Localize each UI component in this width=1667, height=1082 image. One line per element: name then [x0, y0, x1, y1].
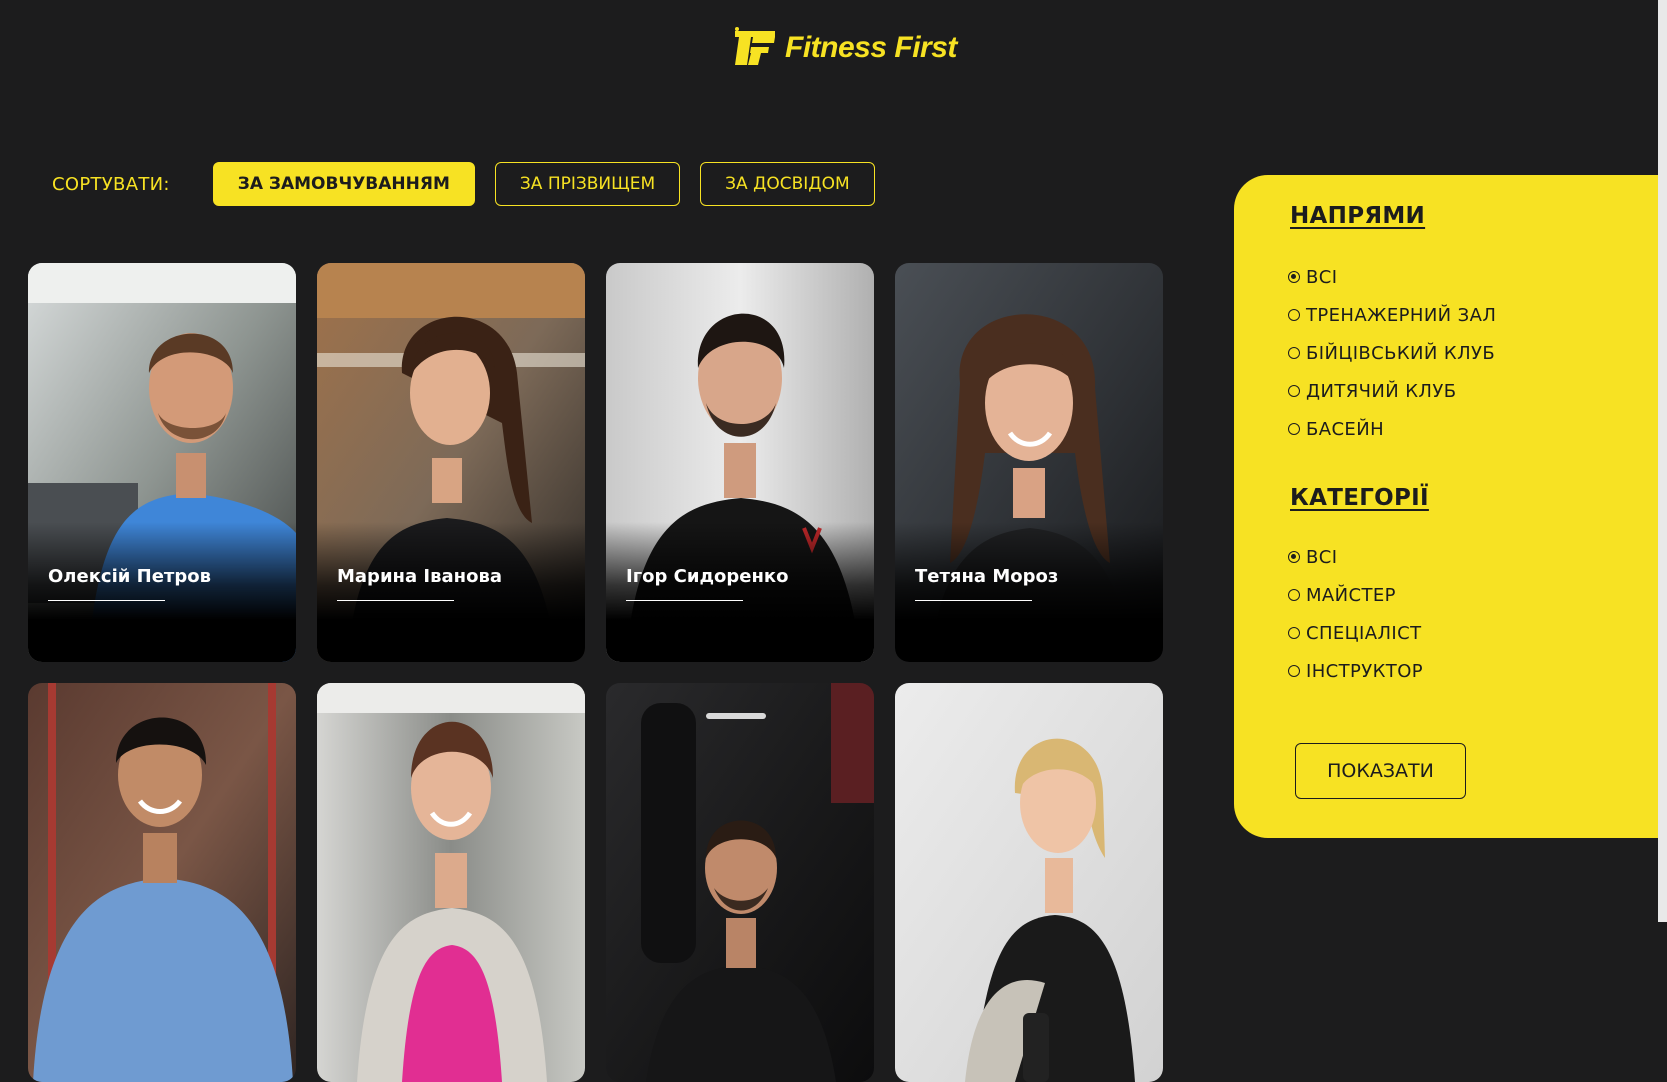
trainer-photo [28, 683, 296, 1082]
card-shade [28, 522, 296, 662]
trainer-card[interactable] [895, 683, 1163, 1082]
trainer-photo [606, 683, 874, 1082]
logo-mark-icon [735, 27, 775, 65]
category-option-instructor[interactable]: ІНСТРУКТОР [1288, 652, 1423, 690]
sort-surname-button[interactable]: ЗА ПРІЗВИЩЕМ [494, 162, 681, 206]
radio-icon[interactable] [1288, 423, 1300, 435]
trainer-photo [895, 683, 1163, 1082]
trainer-card[interactable] [606, 683, 874, 1082]
trainer-card[interactable] [317, 683, 585, 1082]
trainer-grid: Олексій Петров Марина Іванова Ігор Сидор… [28, 263, 1165, 1082]
filter-panel: НАПРЯМИ ВСІ ТРЕНАЖЕРНИЙ ЗАЛ БІЙЦІВСЬКИЙ … [1234, 175, 1658, 838]
direction-option-gym[interactable]: ТРЕНАЖЕРНИЙ ЗАЛ [1288, 296, 1496, 334]
trainer-card[interactable]: Марина Іванова [317, 263, 585, 662]
card-shade [895, 522, 1163, 662]
radio-icon[interactable] [1288, 589, 1300, 601]
trainer-card[interactable]: Тетяна Мороз [895, 263, 1163, 662]
show-button[interactable]: ПОКАЗАТИ [1295, 743, 1466, 799]
card-shade [606, 522, 874, 662]
radio-label: СПЕЦІАЛІСТ [1306, 622, 1422, 644]
categories-radio-group: ВСІ МАЙСТЕР СПЕЦІАЛІСТ ІНСТРУКТОР [1288, 538, 1423, 690]
radio-label: ДИТЯЧИЙ КЛУБ [1306, 380, 1457, 402]
radio-icon[interactable] [1288, 347, 1300, 359]
brand-name: Fitness First [785, 31, 957, 64]
sort-experience-button[interactable]: ЗА ДОСВІДОМ [700, 162, 875, 206]
radio-icon[interactable] [1288, 665, 1300, 677]
radio-label: МАЙСТЕР [1306, 584, 1396, 606]
direction-option-kids-club[interactable]: ДИТЯЧИЙ КЛУБ [1288, 372, 1496, 410]
radio-label: ІНСТРУКТОР [1306, 660, 1424, 682]
direction-option-all[interactable]: ВСІ [1288, 258, 1496, 296]
radio-icon[interactable] [1288, 385, 1300, 397]
name-underline [626, 600, 743, 601]
trainer-name: Олексій Петров [48, 566, 211, 587]
trainer-card[interactable]: Олексій Петров [28, 263, 296, 662]
radio-checked-icon[interactable] [1288, 551, 1300, 563]
name-underline [337, 600, 454, 601]
category-option-all[interactable]: ВСІ [1288, 538, 1423, 576]
name-underline [48, 600, 165, 601]
direction-option-pool[interactable]: БАСЕЙН [1288, 410, 1496, 448]
radio-label: БАСЕЙН [1306, 418, 1385, 440]
trainer-name: Ігор Сидоренко [626, 566, 789, 587]
brand-logo[interactable]: Fitness First [733, 26, 957, 70]
directions-heading: НАПРЯМИ [1290, 203, 1426, 229]
radio-checked-icon[interactable] [1288, 271, 1300, 283]
trainer-photo [317, 683, 585, 1082]
sort-bar: СОРТУВАТИ: ЗА ЗАМОВЧУВАННЯМ ЗА ПРІЗВИЩЕМ… [52, 162, 895, 206]
categories-heading: КАТЕГОРІЇ [1290, 485, 1429, 511]
trainer-card[interactable] [28, 683, 296, 1082]
radio-label: ВСІ [1306, 546, 1338, 568]
direction-option-fight-club[interactable]: БІЙЦІВСЬКИЙ КЛУБ [1288, 334, 1496, 372]
name-underline [915, 600, 1032, 601]
sort-default-button[interactable]: ЗА ЗАМОВЧУВАННЯМ [212, 162, 475, 206]
category-option-specialist[interactable]: СПЕЦІАЛІСТ [1288, 614, 1423, 652]
radio-label: БІЙЦІВСЬКИЙ КЛУБ [1306, 342, 1496, 364]
sort-label: СОРТУВАТИ: [52, 173, 170, 195]
page-scrollbar[interactable] [1658, 0, 1667, 922]
card-shade [317, 522, 585, 662]
directions-radio-group: ВСІ ТРЕНАЖЕРНИЙ ЗАЛ БІЙЦІВСЬКИЙ КЛУБ ДИТ… [1288, 258, 1496, 448]
radio-icon[interactable] [1288, 309, 1300, 321]
trainer-name: Марина Іванова [337, 566, 502, 587]
radio-label: ВСІ [1306, 266, 1338, 288]
trainer-card[interactable]: Ігор Сидоренко [606, 263, 874, 662]
category-option-master[interactable]: МАЙСТЕР [1288, 576, 1423, 614]
radio-label: ТРЕНАЖЕРНИЙ ЗАЛ [1306, 304, 1497, 326]
radio-icon[interactable] [1288, 627, 1300, 639]
trainer-name: Тетяна Мороз [915, 566, 1059, 587]
